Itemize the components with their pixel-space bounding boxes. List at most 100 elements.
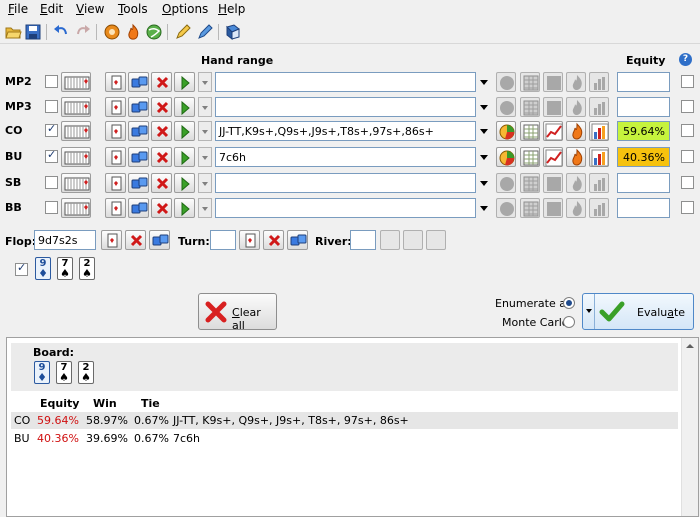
range-history-dropdown[interactable]: [477, 147, 492, 167]
pie-chart-icon[interactable]: [496, 97, 516, 117]
range-preset-dropdown[interactable]: [198, 97, 212, 117]
monte-carlo-radio[interactable]: [563, 316, 575, 328]
random-hand-button[interactable]: [128, 173, 149, 193]
range-grid-icon[interactable]: [520, 173, 540, 193]
card-picker-button[interactable]: [105, 72, 126, 92]
random-hand-button[interactable]: [128, 97, 149, 117]
results-scrollbar[interactable]: [681, 338, 698, 516]
range-grid-icon[interactable]: [520, 121, 540, 141]
clear-range-button[interactable]: [151, 198, 172, 218]
range-history-dropdown[interactable]: [477, 198, 492, 218]
card-picker-button[interactable]: [105, 97, 126, 117]
undo-icon[interactable]: [52, 23, 70, 41]
pen-icon[interactable]: [196, 23, 214, 41]
range-preset-dropdown[interactable]: [198, 121, 212, 141]
hand-range-input[interactable]: [215, 173, 476, 193]
flop-card-picker-button[interactable]: [101, 230, 122, 250]
open-icon[interactable]: [4, 23, 22, 41]
pie-chart-icon[interactable]: [496, 121, 516, 141]
book-icon[interactable]: [224, 23, 242, 41]
card-picker-button[interactable]: [105, 121, 126, 141]
apply-range-button[interactable]: [174, 198, 195, 218]
range-history-dropdown[interactable]: [477, 173, 492, 193]
player-enabled-checkbox[interactable]: [45, 148, 58, 163]
help-icon[interactable]: ?: [679, 53, 692, 66]
pie-chart-icon[interactable]: [496, 72, 516, 92]
line-chart-icon[interactable]: [543, 72, 563, 92]
player-lock-checkbox[interactable]: [681, 176, 694, 189]
apply-range-button[interactable]: [174, 173, 195, 193]
enumerate-all-radio[interactable]: [563, 297, 575, 309]
hand-range-input[interactable]: JJ-TT,K9s+,Q9s+,J9s+,T8s+,97s+,86s+: [215, 121, 476, 141]
flop-clear-button[interactable]: [125, 230, 146, 250]
flame-icon[interactable]: [566, 147, 586, 167]
turn-random-button[interactable]: [287, 230, 308, 250]
bar-chart-icon[interactable]: [589, 72, 609, 92]
hand-range-input[interactable]: 7c6h: [215, 147, 476, 167]
evaluate-button[interactable]: Evaluate: [582, 293, 694, 330]
pie-chart-icon[interactable]: [496, 198, 516, 218]
menu-tools[interactable]: Tools: [118, 2, 148, 16]
bar-chart-icon[interactable]: [589, 121, 609, 141]
range-editor-button[interactable]: [61, 173, 91, 193]
flame-icon[interactable]: [566, 72, 586, 92]
range-preset-dropdown[interactable]: [198, 173, 212, 193]
flame-icon[interactable]: [566, 198, 586, 218]
player-enabled-checkbox[interactable]: [45, 122, 58, 137]
flop-random-button[interactable]: [149, 230, 170, 250]
evaluate-dropdown-arrow[interactable]: [583, 294, 595, 329]
player-lock-checkbox[interactable]: [681, 150, 694, 163]
bar-chart-icon[interactable]: [589, 147, 609, 167]
range-editor-button[interactable]: [61, 198, 91, 218]
range-history-dropdown[interactable]: [477, 121, 492, 141]
range-editor-button[interactable]: [61, 97, 91, 117]
menu-view[interactable]: View: [76, 2, 104, 16]
flame-icon[interactable]: [566, 173, 586, 193]
redo-icon[interactable]: [74, 23, 92, 41]
card-picker-button[interactable]: [105, 147, 126, 167]
apply-range-button[interactable]: [174, 121, 195, 141]
random-hand-button[interactable]: [128, 198, 149, 218]
range-preset-dropdown[interactable]: [198, 147, 212, 167]
menu-help[interactable]: Help: [218, 2, 245, 16]
turn-clear-button[interactable]: [263, 230, 284, 250]
range-history-dropdown[interactable]: [477, 97, 492, 117]
player-lock-checkbox[interactable]: [681, 124, 694, 137]
line-chart-icon[interactable]: [543, 121, 563, 141]
gear-icon[interactable]: [103, 23, 121, 41]
range-grid-icon[interactable]: [520, 72, 540, 92]
range-editor-button[interactable]: [61, 72, 91, 92]
random-hand-button[interactable]: [128, 147, 149, 167]
range-editor-button[interactable]: [61, 147, 91, 167]
line-chart-icon[interactable]: [543, 147, 563, 167]
turn-card-picker-button[interactable]: [239, 230, 260, 250]
clear-range-button[interactable]: [151, 173, 172, 193]
clear-range-button[interactable]: [151, 121, 172, 141]
globe-icon[interactable]: [145, 23, 163, 41]
hand-range-input[interactable]: [215, 198, 476, 218]
line-chart-icon[interactable]: [543, 198, 563, 218]
pie-chart-icon[interactable]: [496, 173, 516, 193]
bar-chart-icon[interactable]: [589, 198, 609, 218]
card-picker-button[interactable]: [105, 173, 126, 193]
clear-range-button[interactable]: [151, 97, 172, 117]
board-enabled-checkbox[interactable]: [15, 261, 28, 276]
pie-chart-icon[interactable]: [496, 147, 516, 167]
save-icon[interactable]: [24, 23, 42, 41]
river-input[interactable]: [350, 230, 376, 250]
bar-chart-icon[interactable]: [589, 97, 609, 117]
range-grid-icon[interactable]: [520, 147, 540, 167]
line-chart-icon[interactable]: [543, 97, 563, 117]
bar-chart-icon[interactable]: [589, 173, 609, 193]
menu-edit[interactable]: Edit: [40, 2, 63, 16]
player-lock-checkbox[interactable]: [681, 201, 694, 214]
random-hand-button[interactable]: [128, 72, 149, 92]
turn-input[interactable]: [210, 230, 236, 250]
menu-options[interactable]: Options: [162, 2, 208, 16]
flop-input[interactable]: 9d7s2s: [34, 230, 96, 250]
flame-icon[interactable]: [566, 121, 586, 141]
range-grid-icon[interactable]: [520, 97, 540, 117]
player-enabled-checkbox[interactable]: [45, 75, 58, 88]
range-editor-button[interactable]: [61, 121, 91, 141]
player-lock-checkbox[interactable]: [681, 100, 694, 113]
